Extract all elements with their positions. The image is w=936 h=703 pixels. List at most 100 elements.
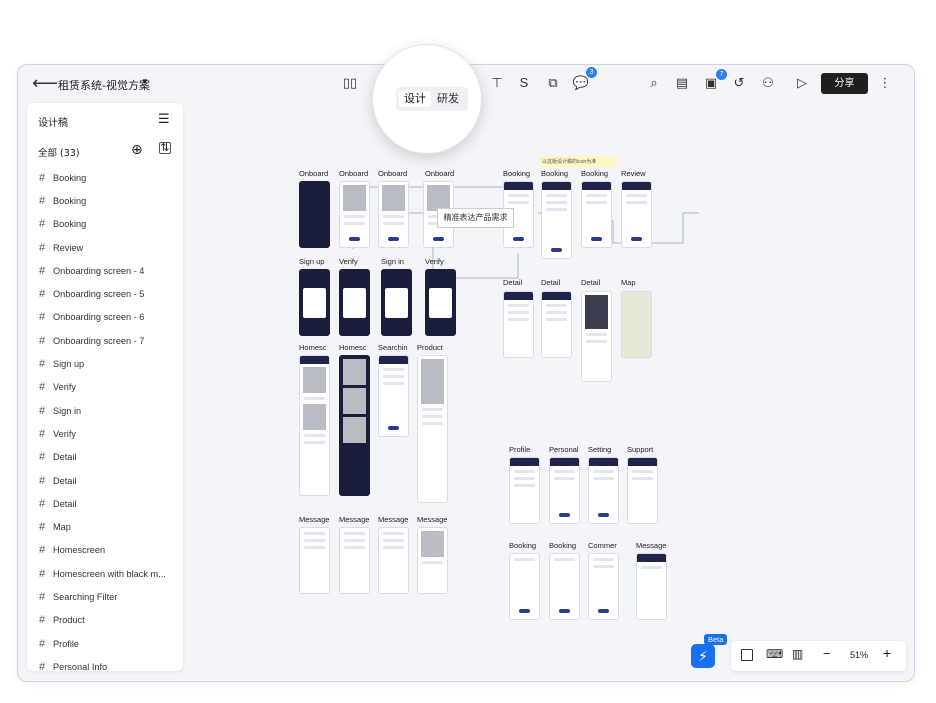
sidebar-item[interactable]: # Verify <box>27 376 183 399</box>
sidebar-item[interactable]: # Sign in <box>27 399 183 422</box>
add-user-icon[interactable]: ⚇ <box>759 74 777 92</box>
zoom-level[interactable]: 51% <box>850 650 868 660</box>
keyboard-icon[interactable]: ⌨ <box>766 647 783 661</box>
phone-frame[interactable] <box>417 527 448 594</box>
play-icon[interactable]: ▷ <box>793 74 811 92</box>
back-arrow-icon[interactable]: ⟵ <box>32 73 58 94</box>
share-button[interactable]: 分享 <box>821 73 868 94</box>
sidebar-item[interactable]: # Detail <box>27 492 183 515</box>
sidebar-item[interactable]: # Onboarding screen - 6 <box>27 306 183 329</box>
sidebar-item[interactable]: # Profile <box>27 632 183 655</box>
phone-frame[interactable] <box>299 355 330 496</box>
phone-frame[interactable] <box>627 457 658 524</box>
sidebar-item[interactable]: # Sign up <box>27 352 183 375</box>
layout-icon[interactable]: ▯▯ <box>341 74 359 92</box>
sidebar-item[interactable]: # Verify <box>27 422 183 445</box>
frame-label: Onboard <box>425 169 455 178</box>
add-icon[interactable]: ⊕ <box>131 141 143 158</box>
history-icon[interactable]: ↺ <box>730 74 748 92</box>
phone-frame[interactable] <box>339 527 370 594</box>
sidebar-item[interactable]: # Detail <box>27 469 183 492</box>
map-icon[interactable]: ▥ <box>792 647 803 661</box>
sticky-note[interactable]: 以这版设计稿的icon为准 <box>539 156 617 167</box>
frame-label: Message <box>417 515 448 524</box>
phone-frame[interactable] <box>503 291 534 358</box>
frame-label: Detail <box>541 278 561 287</box>
phone-frame[interactable] <box>588 553 619 620</box>
phone-frame[interactable] <box>378 527 409 594</box>
link-icon[interactable]: ⧉ <box>544 74 562 92</box>
frame-icon[interactable] <box>741 649 753 661</box>
sidebar-item[interactable]: # Onboarding screen - 7 <box>27 329 183 352</box>
design-canvas[interactable]: Onboard Onboard Onboard Onboard Sign up … <box>183 103 914 681</box>
search-icon[interactable]: ⌕ <box>645 74 663 92</box>
file-icon[interactable]: ▤ <box>673 74 691 92</box>
zoom-out-button[interactable]: − <box>823 646 831 661</box>
map-frame[interactable] <box>621 291 652 358</box>
phone-frame[interactable] <box>549 457 580 524</box>
phone-frame[interactable] <box>509 457 540 524</box>
frame-label: Searchin <box>378 343 408 352</box>
zoom-in-button[interactable]: + <box>883 645 891 661</box>
document-title[interactable]: 租赁系统-视觉方案 <box>58 77 150 93</box>
phone-frame[interactable] <box>541 291 572 358</box>
sidebar-item[interactable]: # Product <box>27 609 183 632</box>
sidebar-item[interactable]: # Searching Filter <box>27 585 183 608</box>
frame-label: Detail <box>503 278 523 287</box>
hash-icon: # <box>39 567 46 580</box>
sidebar-item[interactable]: # Review <box>27 236 183 259</box>
collapse-icon[interactable]: ☰ <box>158 111 170 127</box>
sidebar-item[interactable]: # Booking <box>27 166 183 189</box>
phone-frame[interactable] <box>378 181 409 248</box>
text-tool-icon[interactable]: ⊤ <box>488 74 506 92</box>
phone-frame[interactable] <box>509 553 540 620</box>
phone-frame[interactable] <box>417 355 448 503</box>
sidebar-item[interactable]: # Homescreen with black m... <box>27 562 183 585</box>
sidebar-item[interactable]: # Onboarding screen - 5 <box>27 282 183 305</box>
phone-frame[interactable] <box>621 181 652 248</box>
phone-frame[interactable] <box>581 181 612 248</box>
frame-label: Message <box>339 515 370 524</box>
phone-frame[interactable] <box>339 181 370 248</box>
phone-frame[interactable] <box>381 269 412 336</box>
phone-frame[interactable] <box>425 269 456 336</box>
sidebar-item[interactable]: # Homescreen <box>27 539 183 562</box>
phone-frame[interactable] <box>588 457 619 524</box>
callout-tooltip: 精准表达产品需求 <box>437 208 514 228</box>
comment-count-badge: 3 <box>586 67 597 78</box>
sort-icon[interactable]: ⇅ <box>159 142 171 154</box>
phone-frame[interactable] <box>581 291 612 382</box>
all-count-label: 全部 (33) <box>38 148 80 159</box>
sidebar-item[interactable]: # Booking <box>27 213 183 236</box>
sidebar-item[interactable]: # Personal Info <box>27 655 183 671</box>
magnifier-lens: 设计 研发 <box>372 44 482 154</box>
hash-icon: # <box>39 660 46 671</box>
phone-frame[interactable] <box>549 553 580 620</box>
sidebar-item[interactable]: # Onboarding screen - 4 <box>27 259 183 282</box>
sidebar-item[interactable]: # Booking <box>27 189 183 212</box>
hash-icon: # <box>39 544 46 557</box>
frame-label: Verify <box>425 257 444 266</box>
frame-label: Onboard <box>299 169 329 178</box>
phone-frame[interactable] <box>299 527 330 594</box>
phone-frame[interactable] <box>339 355 370 496</box>
phone-frame[interactable] <box>378 355 409 437</box>
phone-frame[interactable] <box>339 269 370 336</box>
connector-icon[interactable]: S <box>515 74 533 92</box>
hash-icon: # <box>39 264 46 277</box>
phone-frame[interactable] <box>299 181 330 248</box>
phone-frame[interactable] <box>299 269 330 336</box>
more-icon[interactable]: ⋮ <box>876 74 894 92</box>
ai-lightning-button[interactable]: ⚡ <box>691 644 715 668</box>
frame-label: Sign in <box>381 257 404 266</box>
mode-switch[interactable]: 设计 研发 <box>396 87 468 111</box>
phone-frame[interactable] <box>636 553 667 620</box>
sidebar-item[interactable]: # Detail <box>27 446 183 469</box>
dev-mode-tab[interactable]: 研发 <box>437 91 459 107</box>
design-mode-tab[interactable]: 设计 <box>399 91 431 107</box>
phone-frame[interactable] <box>541 181 572 259</box>
sidebar-item[interactable]: # Map <box>27 515 183 538</box>
chevron-down-icon[interactable]: ▼ <box>141 77 149 86</box>
frame-label: Message <box>299 515 330 524</box>
hash-icon: # <box>39 497 46 510</box>
